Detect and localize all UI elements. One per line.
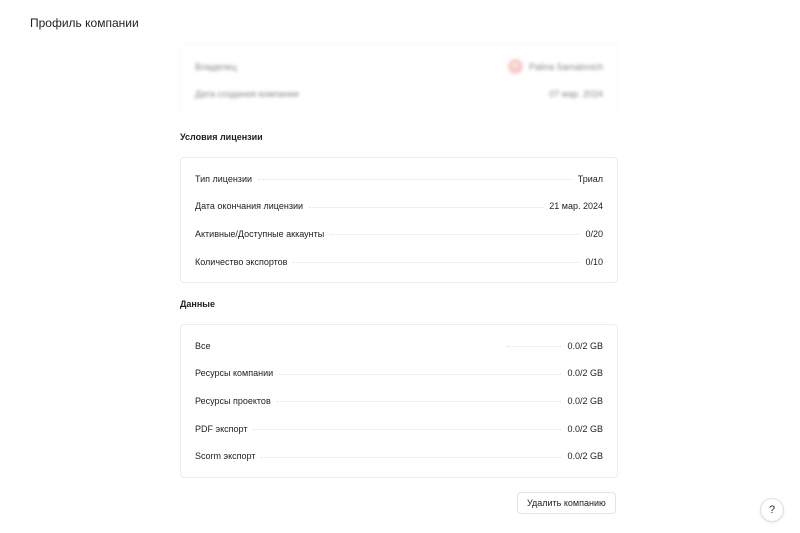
license-type-value: Триал: [577, 173, 603, 184]
project-resources-value: 0.0/2 GB: [567, 395, 603, 406]
dotted-leader: [279, 373, 562, 375]
license-expiry-label: Дата окончания лицензии: [195, 201, 304, 212]
data-row-company-resources: Ресурсы компании 0.0/2 GB: [195, 360, 603, 388]
dotted-leader: [309, 206, 544, 208]
scorm-export-value: 0.0/2 GB: [567, 451, 603, 462]
accounts-row: Активные/Доступные аккаунты 0/20: [195, 220, 603, 248]
dotted-leader: [293, 262, 580, 264]
owner-name: Palina Samalovich: [528, 61, 603, 72]
created-date-value: 07 мар. 2024: [549, 89, 603, 100]
owner-value[interactable]: P Palina Samalovich: [507, 59, 603, 75]
created-date-row: Дата создания компании 07 мар. 2024: [195, 81, 603, 109]
page-title: Профиль компании: [30, 16, 139, 30]
owner-label: Владелец: [195, 61, 237, 72]
exports-count-value: 0/10: [585, 256, 603, 267]
dotted-leader: [276, 401, 562, 403]
data-row-scorm-export: Scorm экспорт 0.0/2 GB: [195, 442, 603, 470]
data-row-pdf-export: PDF экспорт 0.0/2 GB: [195, 415, 603, 443]
pdf-export-label: PDF экспорт: [195, 423, 248, 434]
data-section-title: Данные: [180, 299, 215, 309]
data-all-label: Все: [195, 340, 211, 351]
help-button[interactable]: ?: [760, 498, 784, 522]
scorm-export-label: Scorm экспорт: [195, 451, 256, 462]
accounts-value: 0/20: [585, 228, 603, 239]
license-expiry-value: 21 мар. 2024: [549, 201, 603, 212]
dotted-leader: [507, 346, 562, 348]
avatar: P: [507, 59, 523, 75]
data-all-value: 0.0/2 GB: [567, 340, 603, 351]
dotted-leader: [258, 179, 572, 181]
dotted-leader: [330, 234, 580, 236]
dotted-leader: [253, 429, 562, 431]
dotted-leader: [261, 456, 562, 458]
exports-count-label: Количество экспортов: [195, 256, 288, 267]
owner-card: Владелец P Palina Samalovich Дата создан…: [180, 44, 618, 116]
license-card: Тип лицензии Триал Дата окончания лиценз…: [180, 157, 618, 284]
license-expiry-row: Дата окончания лицензии 21 мар. 2024: [195, 193, 603, 221]
project-resources-label: Ресурсы проектов: [195, 395, 271, 406]
license-type-row: Тип лицензии Триал: [195, 165, 603, 193]
accounts-label: Активные/Доступные аккаунты: [195, 228, 325, 239]
data-row-project-resources: Ресурсы проектов 0.0/2 GB: [195, 387, 603, 415]
delete-company-button[interactable]: Удалить компанию: [517, 492, 616, 514]
exports-count-row: Количество экспортов 0/10: [195, 248, 603, 276]
owner-row: Владелец P Palina Samalovich: [195, 53, 603, 81]
license-type-label: Тип лицензии: [195, 173, 252, 184]
data-row-all: Все 0.0/2 GB: [195, 332, 603, 360]
license-section-title: Условия лицензии: [180, 132, 263, 142]
pdf-export-value: 0.0/2 GB: [567, 423, 603, 434]
data-card: Все 0.0/2 GB Ресурсы компании 0.0/2 GB Р…: [180, 324, 618, 478]
company-resources-label: Ресурсы компании: [195, 368, 274, 379]
company-resources-value: 0.0/2 GB: [567, 368, 603, 379]
created-date-label: Дата создания компании: [195, 89, 299, 100]
